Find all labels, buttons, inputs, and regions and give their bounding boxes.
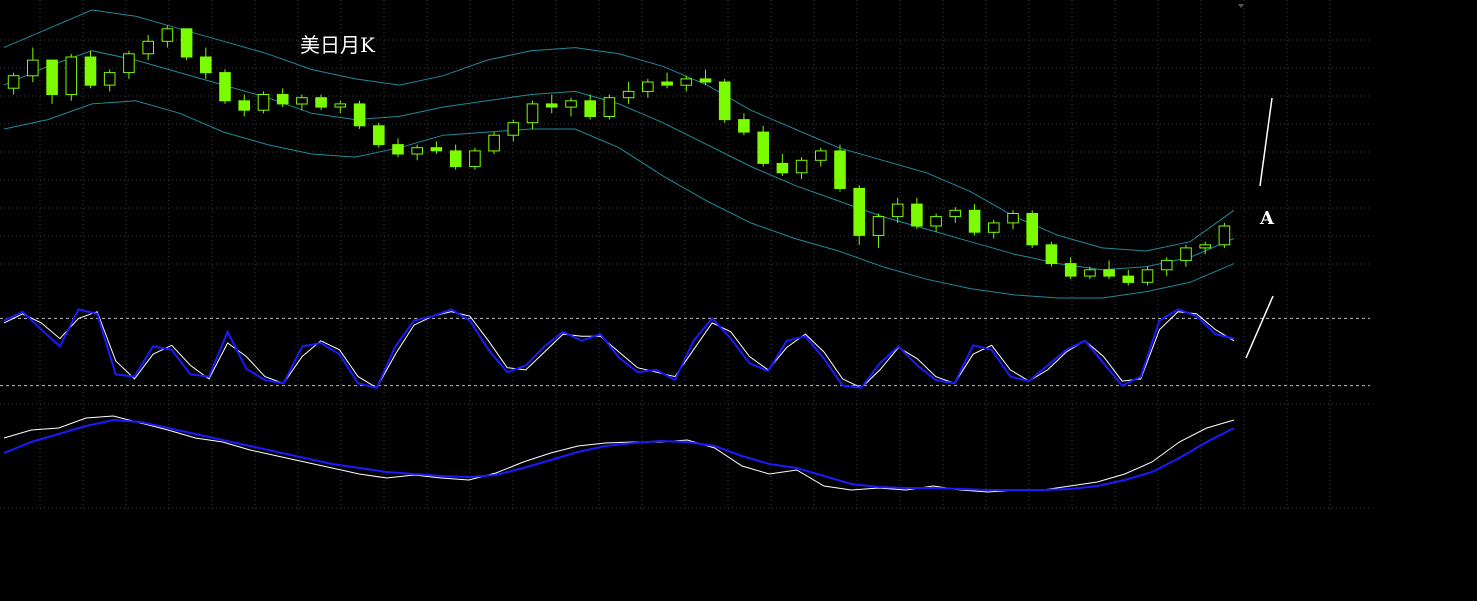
candle-body-down [545,103,558,108]
candle-body-up [815,150,827,161]
candle-body-up [334,103,347,108]
candle-body-up [142,40,154,55]
candle-body-down [1103,269,1115,277]
candle-body-down [430,147,443,152]
candle-body-up [1218,225,1231,246]
candle-body-down [449,150,462,168]
candle-body-up [488,134,500,152]
candle-body-down [238,100,250,111]
candle-body-up [872,216,885,236]
candle-body-up [526,103,539,124]
candle-body-down [1064,263,1077,277]
candle-body-down [1122,275,1135,283]
candle-body-down [834,150,846,189]
candle-body-up [891,203,904,218]
candle-body-down [392,144,404,155]
candle-body-up [123,53,135,74]
candle-body-up [411,147,423,155]
price-chart: 美日月K A [0,0,1477,601]
candle-body-up [642,81,654,92]
candle-body-up [161,28,174,42]
candle-body-down [46,59,58,95]
candle-body-up [65,56,78,96]
candle-body-up [949,209,962,218]
candle-body-up [622,90,635,99]
candle-body-down [911,203,923,227]
candle-body-down [661,81,673,86]
candle-body-up [257,94,270,111]
candle-body-down [373,125,385,146]
candle-body-up [1180,247,1192,261]
candle-body-up [507,122,520,136]
candle-body-down [776,162,789,174]
candle-body-up [469,150,481,168]
candle-body-down [1026,213,1039,246]
candle-body-down [968,209,981,233]
candle-body-down [584,100,597,118]
candle-body-up [930,216,942,227]
candle-body-down [180,28,193,58]
candle-body-up [296,97,308,105]
candle-body-down [853,187,866,236]
candle-body-up [27,59,39,77]
candle-body-down [353,103,366,127]
candle-body-up [103,72,116,86]
candle-body-up [7,75,20,89]
candle-body-down [718,81,731,121]
candle-body-up [1141,269,1154,283]
candle-body-up [795,159,808,174]
candle-body-up [1160,259,1173,271]
candle-body-down [219,72,231,102]
candle-body-down [757,131,770,164]
candle-body-down [315,97,327,108]
candle-body-down [699,78,712,83]
candle-body-up [988,222,1000,233]
candle-body-up [603,97,616,117]
candle-body-up [680,78,693,86]
candle-body-up [1007,213,1019,224]
chart-title: 美日月K [300,33,376,57]
candle-body-down [276,94,289,105]
candle-body-down [200,56,212,74]
annotation-label: A [1259,208,1275,229]
candle-body-up [1084,269,1096,277]
candle-body-up [565,100,577,108]
candle-body-down [84,56,97,86]
candle-body-down [738,119,750,133]
candle-body-up [1199,244,1212,249]
candle-body-down [1045,244,1058,265]
